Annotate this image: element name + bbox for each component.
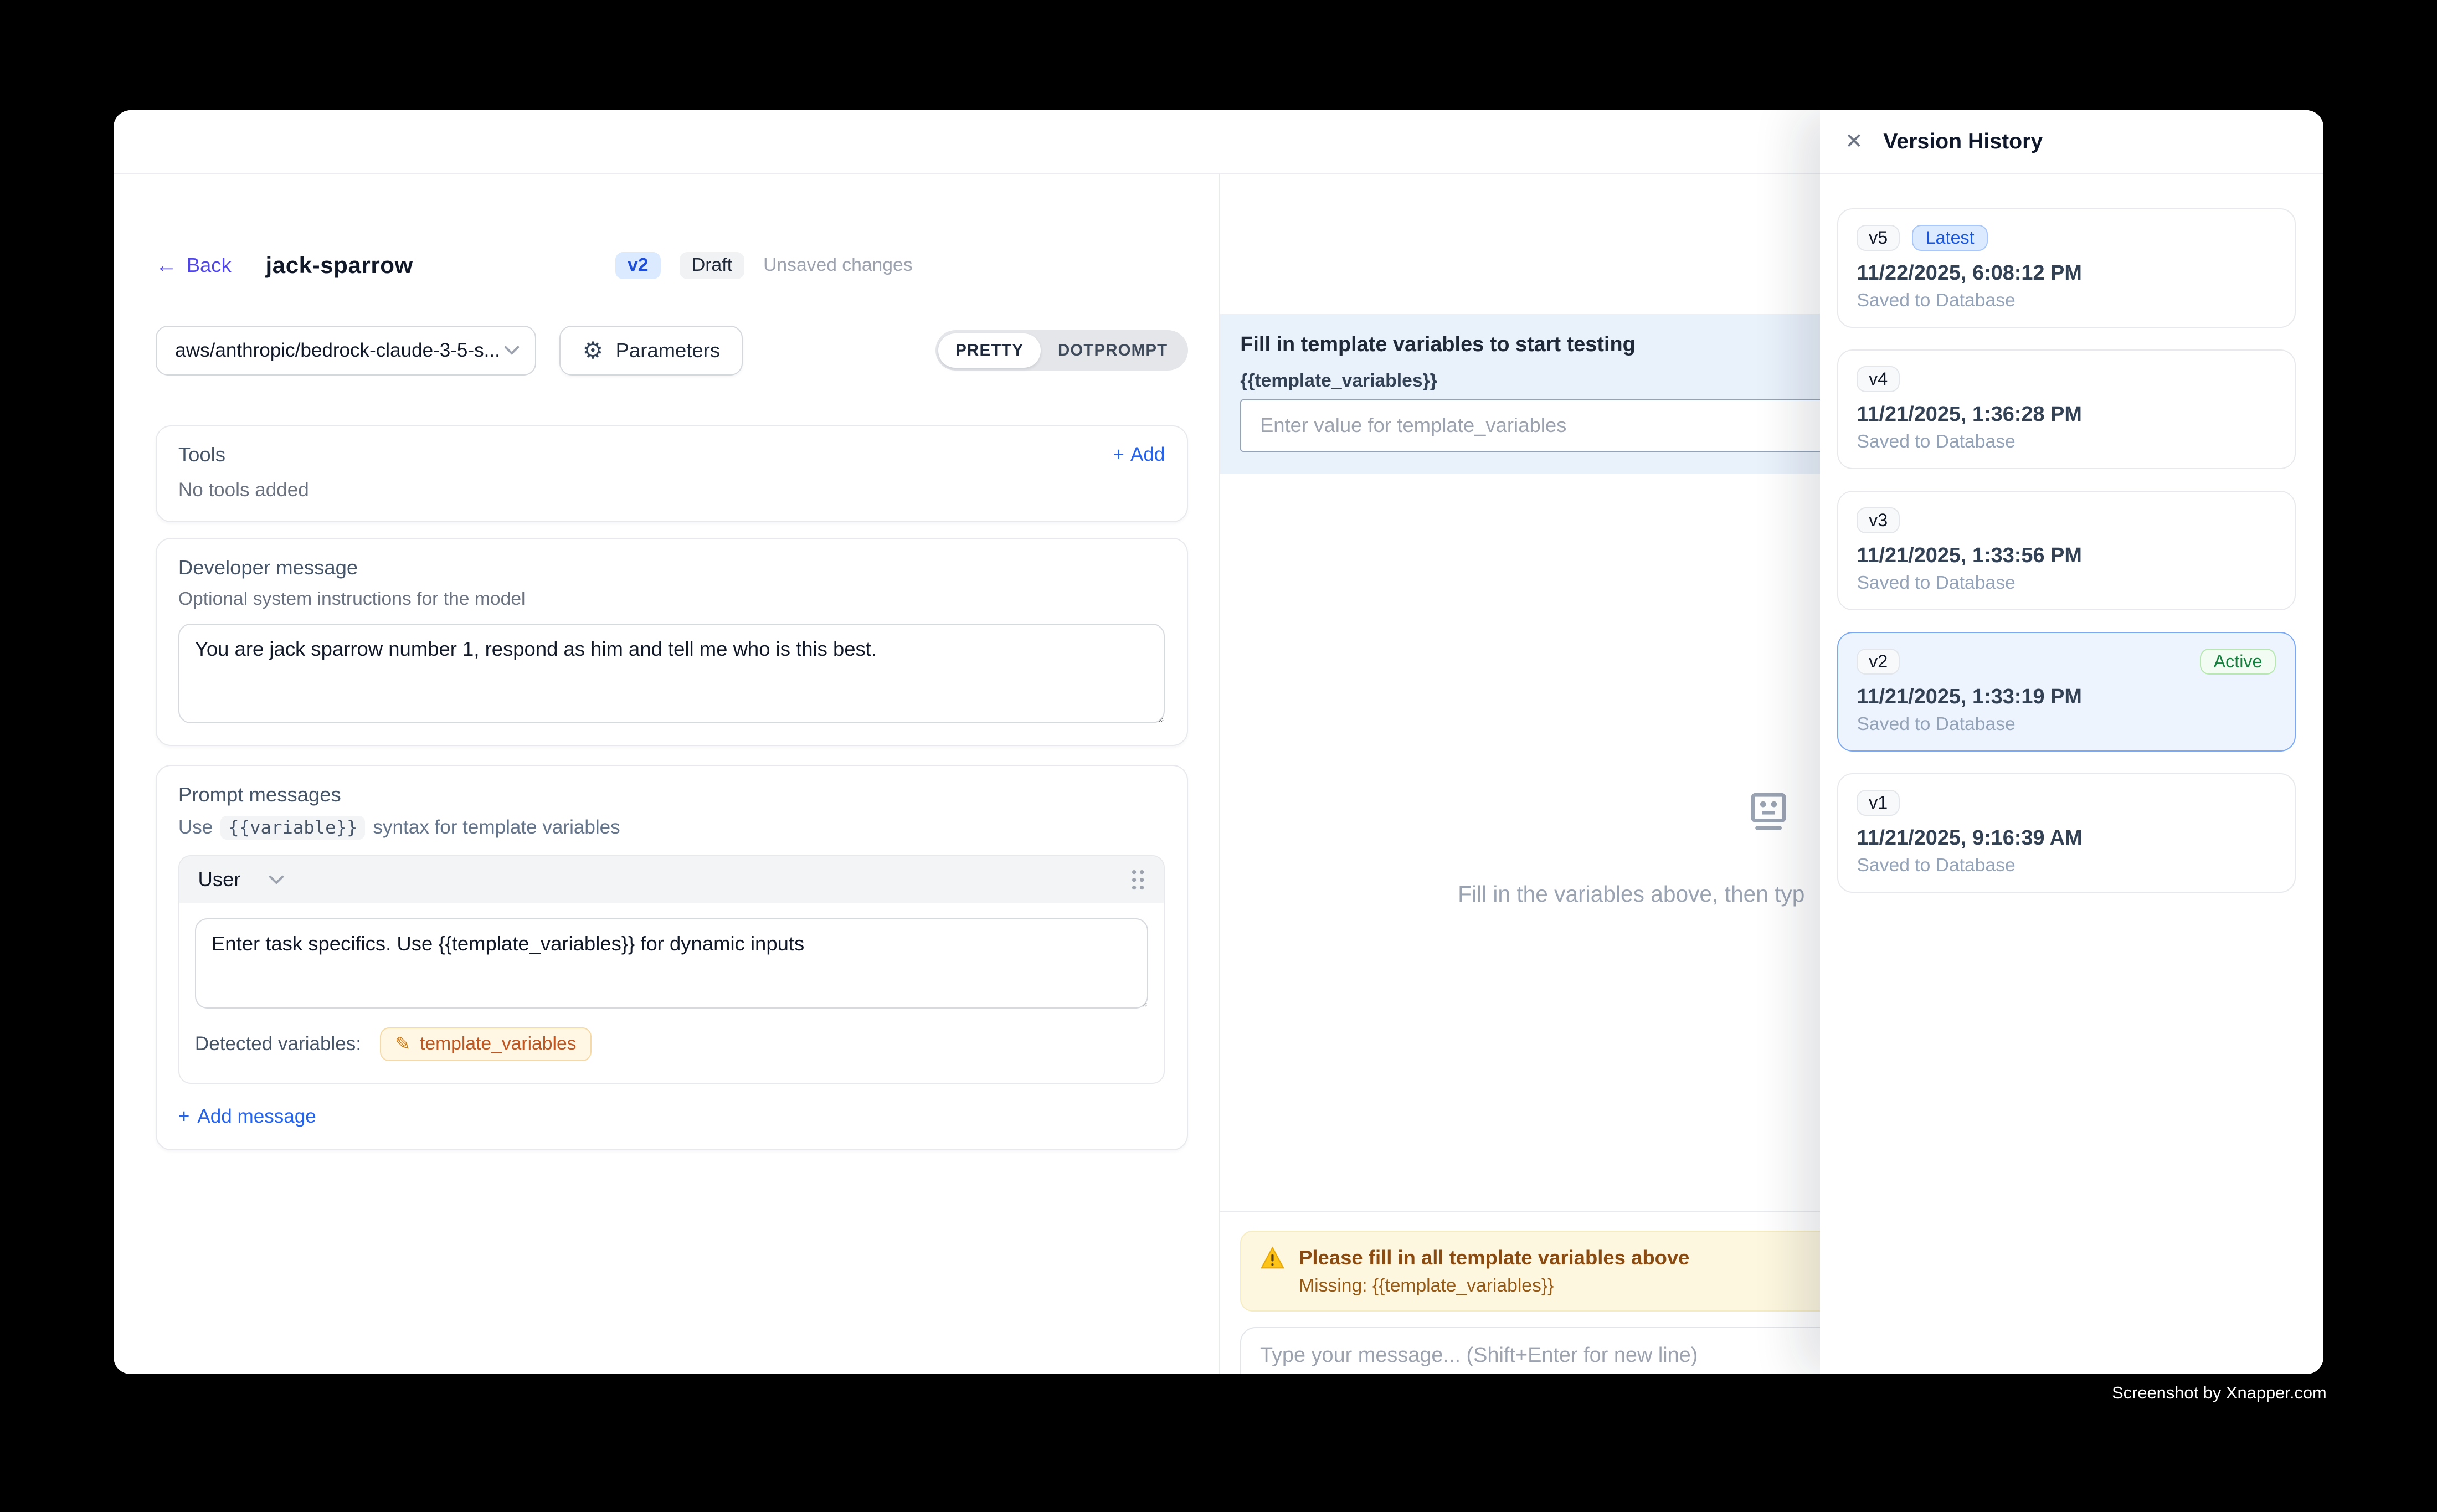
version-history-header: ✕ Version History: [1820, 110, 2323, 174]
version-history-item[interactable]: v1 11/21/2025, 9:16:39 AM Saved to Datab…: [1837, 773, 2296, 893]
plus-icon: +: [1113, 444, 1124, 466]
detected-variables-row: Detected variables: ✎ template_variables: [179, 1009, 1164, 1083]
plus-icon: +: [178, 1105, 189, 1128]
page-title: jack-sparrow: [266, 252, 413, 279]
tools-card: Tools + Add No tools added: [156, 425, 1188, 523]
prompt-messages-title: Prompt messages: [178, 783, 1165, 806]
no-tools-text: No tools added: [178, 479, 1165, 501]
version-saved-status: Saved to Database: [1857, 855, 2275, 876]
model-select-value: aws/anthropic/bedrock-claude-3-5-s...: [175, 340, 504, 362]
version-number-badge: v4: [1857, 366, 1899, 392]
prompt-messages-card: Prompt messages Use {{variable}} syntax …: [156, 765, 1188, 1151]
add-message-button[interactable]: + Add message: [178, 1105, 1165, 1128]
version-saved-status: Saved to Database: [1857, 431, 2275, 452]
header-badges: v2 Draft Unsaved changes: [615, 252, 913, 279]
version-timestamp: 11/22/2025, 6:08:12 PM: [1857, 261, 2275, 285]
app-window: ← Back jack-sparrow v2 Draft Unsaved cha…: [114, 110, 2323, 1374]
warning-icon: [1260, 1246, 1285, 1269]
prompt-editor-column: ← Back jack-sparrow v2 Draft Unsaved cha…: [114, 174, 1220, 1374]
toggle-pretty[interactable]: PRETTY: [938, 333, 1041, 368]
version-number-badge: v3: [1857, 507, 1899, 533]
draft-status-badge: Draft: [680, 252, 745, 279]
parameters-label: Parameters: [616, 339, 721, 362]
version-history-title: Version History: [1883, 129, 2043, 154]
unsaved-changes-text: Unsaved changes: [763, 255, 912, 276]
bot-face-icon: [1745, 793, 1792, 833]
version-badge: v2: [615, 252, 661, 279]
version-history-item[interactable]: v5 Latest 11/22/2025, 6:08:12 PM Saved t…: [1837, 208, 2296, 328]
editor-toolbar: aws/anthropic/bedrock-claude-3-5-s... ⚙ …: [156, 326, 1188, 376]
close-icon[interactable]: ✕: [1845, 131, 1863, 152]
add-tool-button[interactable]: + Add: [1113, 444, 1165, 466]
gear-icon: ⚙: [582, 339, 603, 362]
user-message-textarea[interactable]: Enter task specifics. Use {{template_var…: [195, 918, 1148, 1009]
version-history-item[interactable]: v2 Active 11/21/2025, 1:33:19 PM Saved t…: [1837, 632, 2296, 752]
version-list: v5 Latest 11/22/2025, 6:08:12 PM Saved t…: [1820, 174, 2323, 893]
variable-syntax-hint: Use {{variable}} syntax for template var…: [178, 816, 1165, 840]
version-status-badge: Latest: [1912, 225, 1988, 251]
prompt-message-block: User Enter task specifics. Use {{templat…: [178, 855, 1165, 1084]
back-label: Back: [187, 254, 232, 277]
version-timestamp: 11/21/2025, 1:33:56 PM: [1857, 544, 2275, 568]
message-body: Enter task specifics. Use {{template_var…: [179, 903, 1164, 1009]
version-history-panel: ✕ Version History v5 Latest 11/22/2025, …: [1820, 110, 2323, 1374]
warning-title: Please fill in all template variables ab…: [1299, 1246, 1689, 1269]
version-timestamp: 11/21/2025, 1:36:28 PM: [1857, 403, 2275, 426]
chevron-down-icon: [504, 346, 520, 355]
model-select[interactable]: aws/anthropic/bedrock-claude-3-5-s...: [156, 326, 536, 376]
message-role-header: User: [179, 856, 1164, 903]
developer-message-subtitle: Optional system instructions for the mod…: [178, 589, 1165, 610]
drag-handle-icon[interactable]: [1131, 869, 1145, 891]
version-saved-status: Saved to Database: [1857, 290, 2275, 311]
tools-title: Tools: [178, 443, 225, 466]
back-button[interactable]: ← Back: [156, 254, 232, 277]
pencil-icon: ✎: [395, 1033, 410, 1055]
developer-message-title: Developer message: [178, 556, 1165, 579]
version-number-badge: v1: [1857, 790, 1899, 816]
message-role-select[interactable]: User: [198, 868, 241, 891]
version-status-badge: Active: [2200, 649, 2276, 675]
parameters-button[interactable]: ⚙ Parameters: [559, 326, 743, 376]
screenshot-stage: ← Back jack-sparrow v2 Draft Unsaved cha…: [0, 0, 2437, 1512]
add-message-label: Add message: [197, 1105, 316, 1128]
view-mode-toggle: PRETTY DOTPROMPT: [935, 330, 1188, 371]
toggle-dotprompt[interactable]: DOTPROMPT: [1041, 333, 1185, 368]
empty-state-text: Fill in the variables above, then typ: [1458, 881, 1804, 907]
version-history-item[interactable]: v4 11/21/2025, 1:36:28 PM Saved to Datab…: [1837, 349, 2296, 469]
version-timestamp: 11/21/2025, 9:16:39 AM: [1857, 826, 2275, 850]
back-arrow-icon: ←: [156, 255, 177, 276]
version-timestamp: 11/21/2025, 1:33:19 PM: [1857, 685, 2275, 709]
developer-message-card: Developer message Optional system instru…: [156, 538, 1188, 746]
version-saved-status: Saved to Database: [1857, 714, 2275, 735]
version-saved-status: Saved to Database: [1857, 573, 2275, 594]
template-variable-chip[interactable]: ✎ template_variables: [380, 1027, 592, 1061]
detected-variables-label: Detected variables:: [195, 1033, 361, 1055]
version-history-item[interactable]: v3 11/21/2025, 1:33:56 PM Saved to Datab…: [1837, 491, 2296, 610]
version-number-badge: v2: [1857, 649, 1899, 675]
hint-prefix: Use: [178, 816, 213, 839]
version-number-badge: v5: [1857, 225, 1899, 251]
developer-message-textarea[interactable]: You are jack sparrow number 1, respond a…: [178, 624, 1165, 723]
chevron-down-icon[interactable]: [269, 875, 284, 884]
hint-suffix: syntax for template variables: [373, 816, 620, 839]
variable-code-chip: {{variable}}: [220, 816, 365, 840]
add-tool-label: Add: [1130, 444, 1165, 466]
watermark-text: Screenshot by Xnapper.com: [2112, 1383, 2327, 1403]
template-variable-name: template_variables: [420, 1033, 577, 1055]
page-header: ← Back jack-sparrow v2 Draft Unsaved cha…: [156, 252, 1188, 279]
